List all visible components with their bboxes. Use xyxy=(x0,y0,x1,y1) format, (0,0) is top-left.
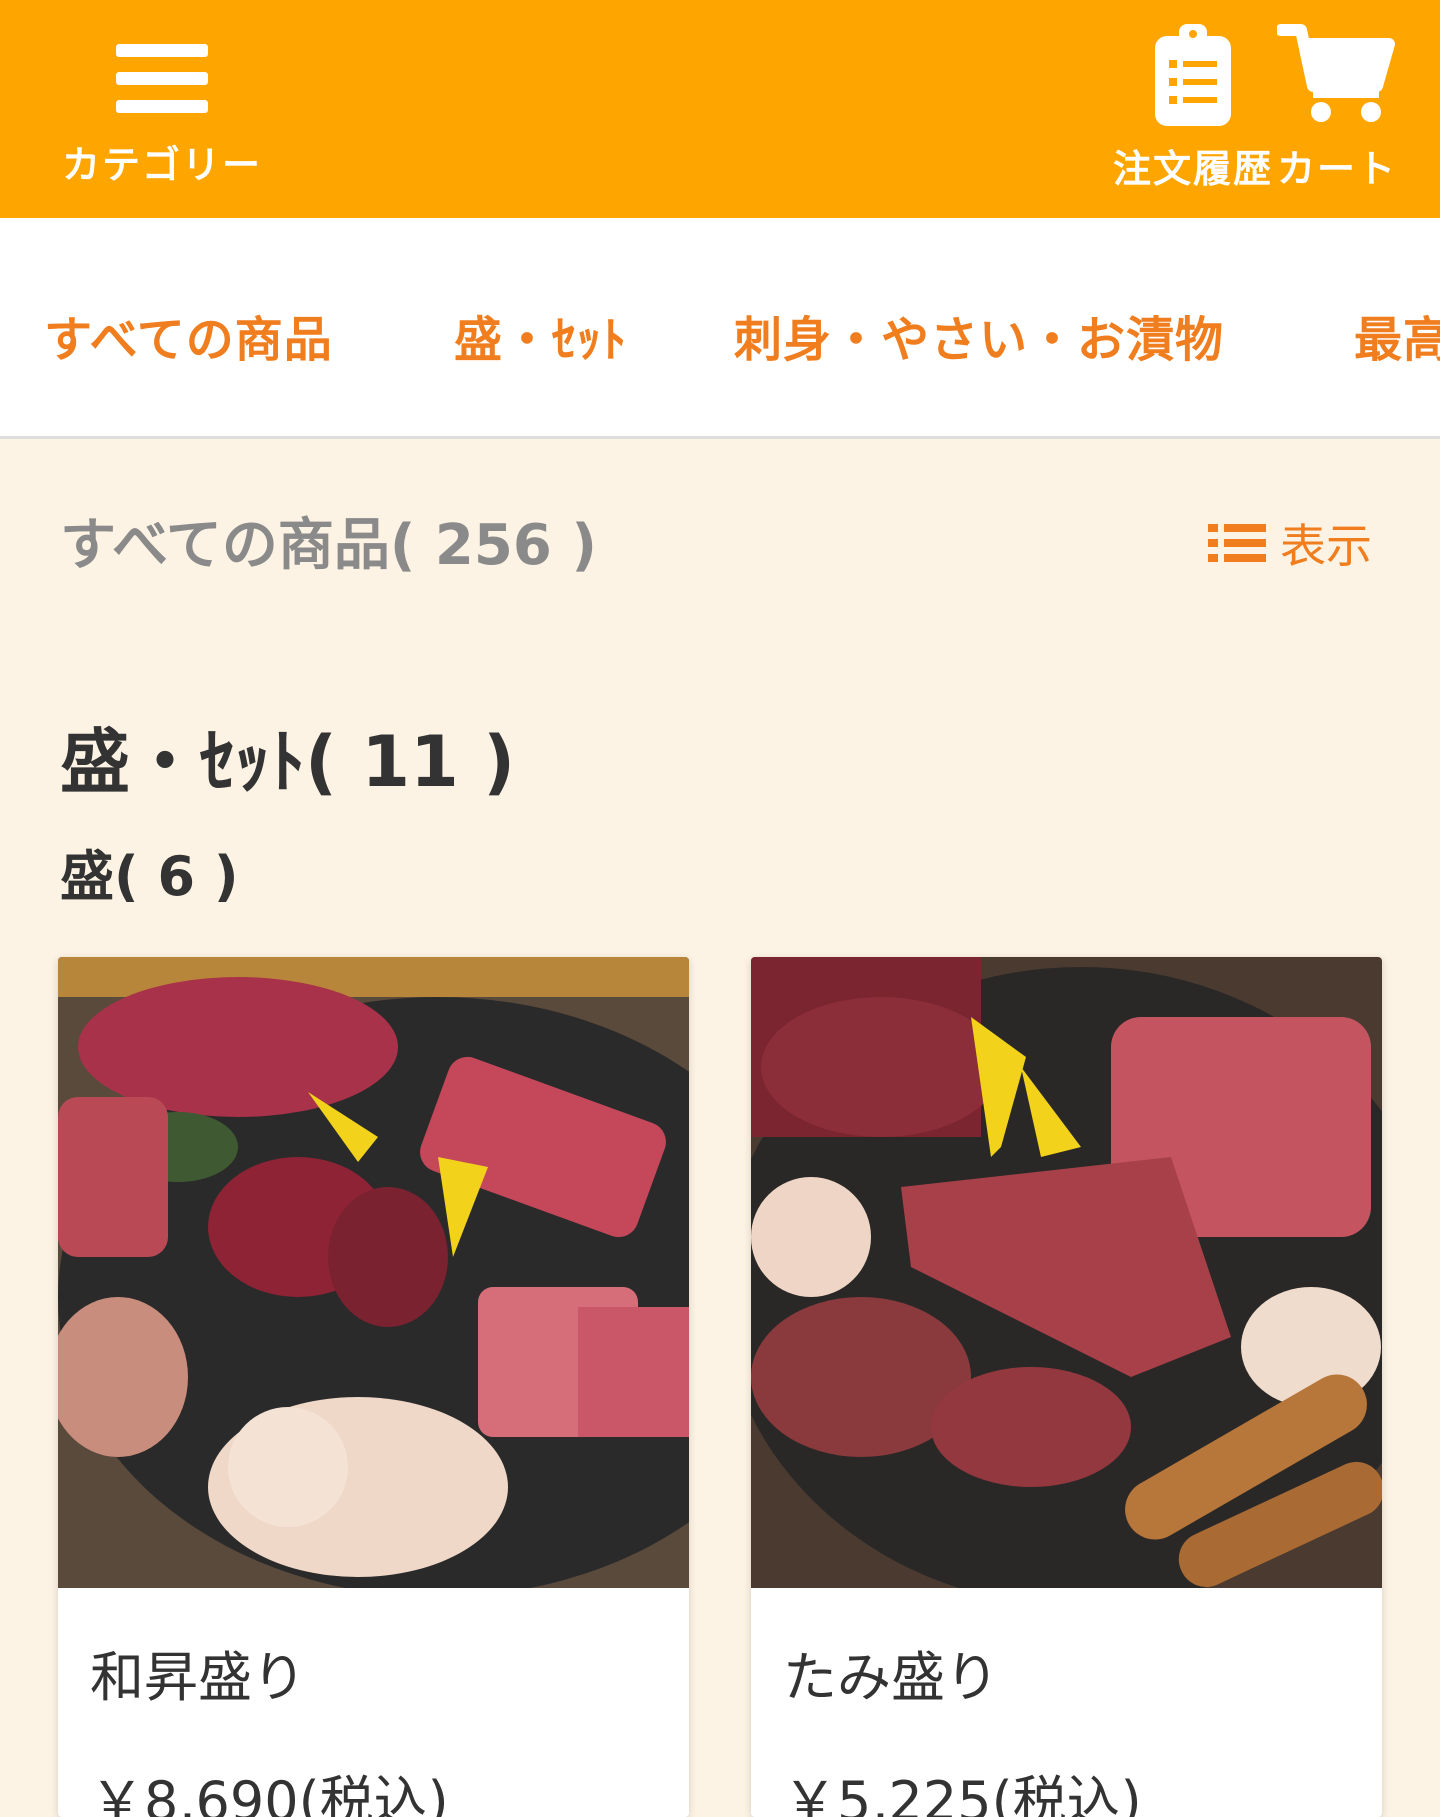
cart-button[interactable]: カート xyxy=(1272,20,1402,193)
tab-sets[interactable]: 盛・ｾｯﾄ xyxy=(454,300,627,370)
order-history-button[interactable]: 注文履歴 xyxy=(1108,20,1278,193)
product-price: ￥5,225(税込) xyxy=(783,1770,1142,1817)
category-menu-button[interactable]: カテゴリー xyxy=(52,30,272,189)
product-name: 和昇盛り xyxy=(90,1646,306,1709)
cart-label: カート xyxy=(1276,147,1397,191)
shopping-cart-icon xyxy=(1275,24,1395,122)
category-tab-bar: すべての商品 盛・ｾｯﾄ 刺身・やさい・お漬物 最高 xyxy=(0,218,1440,439)
app-header: カテゴリー 注文履歴 カート xyxy=(0,0,1440,218)
tab-premium[interactable]: 最高 xyxy=(1354,300,1440,370)
display-mode-label: 表示 xyxy=(1280,519,1372,573)
product-card[interactable]: たみ盛り ￥5,225(税込) xyxy=(751,957,1382,1817)
product-price: ￥8,690(税込) xyxy=(90,1770,449,1817)
category-title: 盛・ｾｯﾄ( 11 ) xyxy=(60,721,516,803)
clipboard-list-icon xyxy=(1155,24,1231,126)
product-card[interactable]: 和昇盛り ￥8,690(税込) xyxy=(58,957,689,1817)
tab-sashimi-vegetables-pickles[interactable]: 刺身・やさい・お漬物 xyxy=(734,300,1224,370)
order-history-label: 注文履歴 xyxy=(1112,147,1273,191)
hamburger-icon xyxy=(116,38,208,120)
product-name: たみ盛り xyxy=(783,1646,999,1709)
tab-all-products[interactable]: すべての商品 xyxy=(44,300,333,370)
product-image xyxy=(58,957,689,1588)
product-count-title: すべての商品( 256 ) xyxy=(60,513,597,578)
display-mode-button[interactable]: 表示 xyxy=(1208,510,1372,576)
subcategory-title: 盛( 6 ) xyxy=(60,845,239,908)
list-icon xyxy=(1208,520,1266,566)
product-image xyxy=(751,957,1382,1588)
category-menu-label: カテゴリー xyxy=(61,143,262,187)
